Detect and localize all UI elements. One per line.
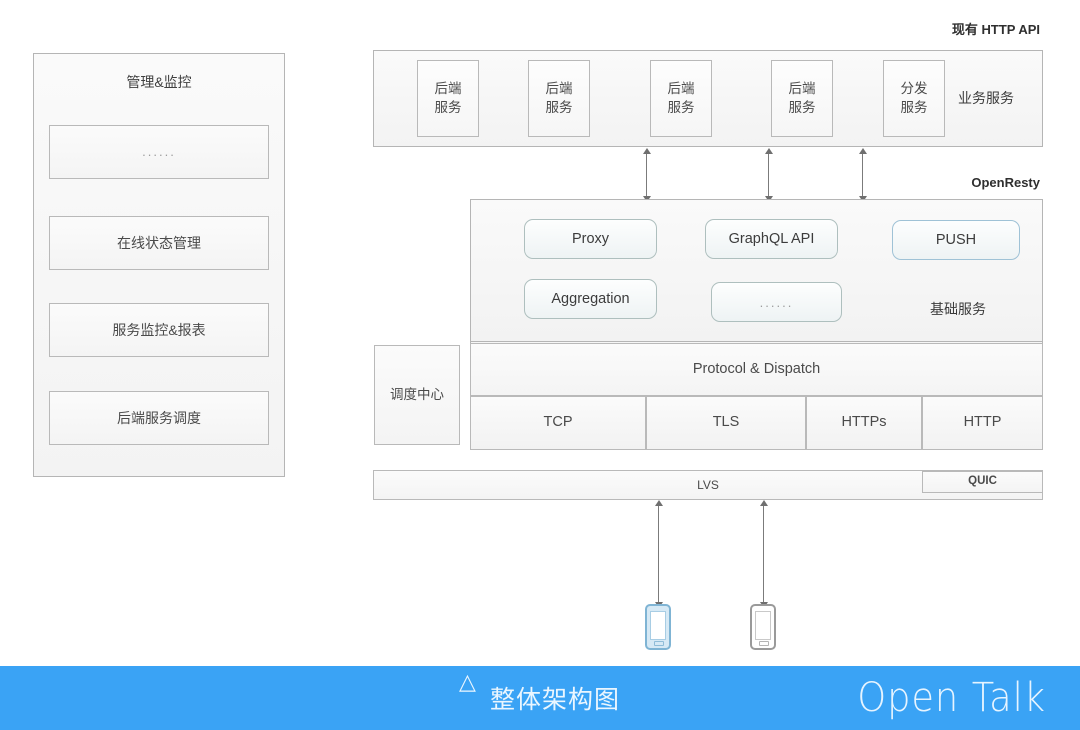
architecture-diagram-canvas: 管理&监控 ...... 在线状态管理 服务监控&报表 后端服务调度 现有 HT… [0,0,1080,730]
management-item-service-monitor: 服务监控&报表 [49,303,269,357]
module-aggregation: Aggregation [524,279,657,319]
quic-label: QUIC [968,475,997,488]
service-box-distribution: 分发 服务 [883,60,945,137]
service-label-line1: 后端 [667,81,695,97]
management-panel-title: 管理&监控 [126,74,192,90]
connector-arrow-biz-openresty-2 [764,148,773,202]
service-label-line2: 服务 [900,99,928,115]
service-label-line1: 分发 [900,81,928,97]
phone-icon-primary [645,604,671,650]
management-item-online-status: 在线状态管理 [49,216,269,270]
module-label: ...... [759,294,794,310]
triangle-icon [459,669,480,707]
service-box-backend-3: 后端 服务 [650,60,712,137]
management-item-label: 在线状态管理 [117,234,201,251]
service-box-backend-2: 后端 服务 [528,60,590,137]
module-proxy: Proxy [524,219,657,259]
phone-icon-secondary [750,604,776,650]
open-talk-logo-text: Open Talk [857,675,1046,721]
module-ellipsis: ...... [711,282,842,322]
phone-screen [650,611,666,640]
service-label-line2: 服务 [434,99,462,115]
connector-arrow-lvs-device-2 [759,500,768,608]
management-item-label: ...... [142,144,176,160]
phone-home-button [759,641,769,646]
service-box-backend-1: 后端 服务 [417,60,479,137]
open-talk-logo: Open Talk [849,675,1054,721]
protocol-cell-tcp: TCP [470,396,646,450]
module-label: PUSH [935,232,977,248]
module-label: GraphQL API [728,231,815,247]
service-label-line1: 后端 [434,81,462,97]
footer-caption-text: 整体架构图 [489,686,620,714]
service-label-line2: 服务 [788,99,816,115]
service-label-line2: 服务 [667,99,695,115]
base-services-label: 基础服务 [930,301,986,317]
management-item-label: 服务监控&报表 [112,321,206,338]
service-label-line1: 后端 [545,81,573,97]
protocol-label: TCP [543,414,573,431]
phone-screen [755,611,771,640]
management-item-ellipsis: ...... [49,125,269,179]
protocol-cell-https: HTTPs [806,396,922,450]
protocol-dispatch-label: Protocol & Dispatch [692,360,821,377]
protocol-cell-http: HTTP [922,396,1043,450]
protocol-label: HTTP [963,414,1002,431]
service-box-backend-4: 后端 服务 [771,60,833,137]
lvs-label: LVS [697,477,719,492]
protocol-label: HTTPs [841,414,887,431]
protocol-dispatch-row: Protocol & Dispatch [470,343,1043,396]
management-item-label: 后端服务调度 [117,409,201,426]
module-label: Aggregation [551,291,630,307]
module-push: PUSH [892,220,1020,260]
scheduler-label: 调度中心 [390,386,444,402]
connector-arrow-biz-openresty-3 [858,148,867,202]
scheduler-center-box: 调度中心 [374,345,460,445]
module-label: Proxy [571,231,610,247]
footer-bar: 整体架构图 Open Talk [0,666,1080,730]
phone-home-button [654,641,664,646]
business-services-label: 业务服务 [958,90,1014,106]
protocol-label: TLS [712,414,740,431]
quic-box: QUIC [922,471,1043,493]
connector-arrow-biz-openresty-1 [642,148,651,202]
management-item-backend-scheduling: 后端服务调度 [49,391,269,445]
service-label-line1: 后端 [788,81,816,97]
protocol-cell-tls: TLS [646,396,806,450]
http-api-label: 现有 HTTP API [951,22,1040,37]
module-graphql-api: GraphQL API [705,219,838,259]
service-label-line2: 服务 [545,99,573,115]
connector-arrow-lvs-device-1 [654,500,663,608]
openresty-label: OpenResty [971,175,1040,190]
